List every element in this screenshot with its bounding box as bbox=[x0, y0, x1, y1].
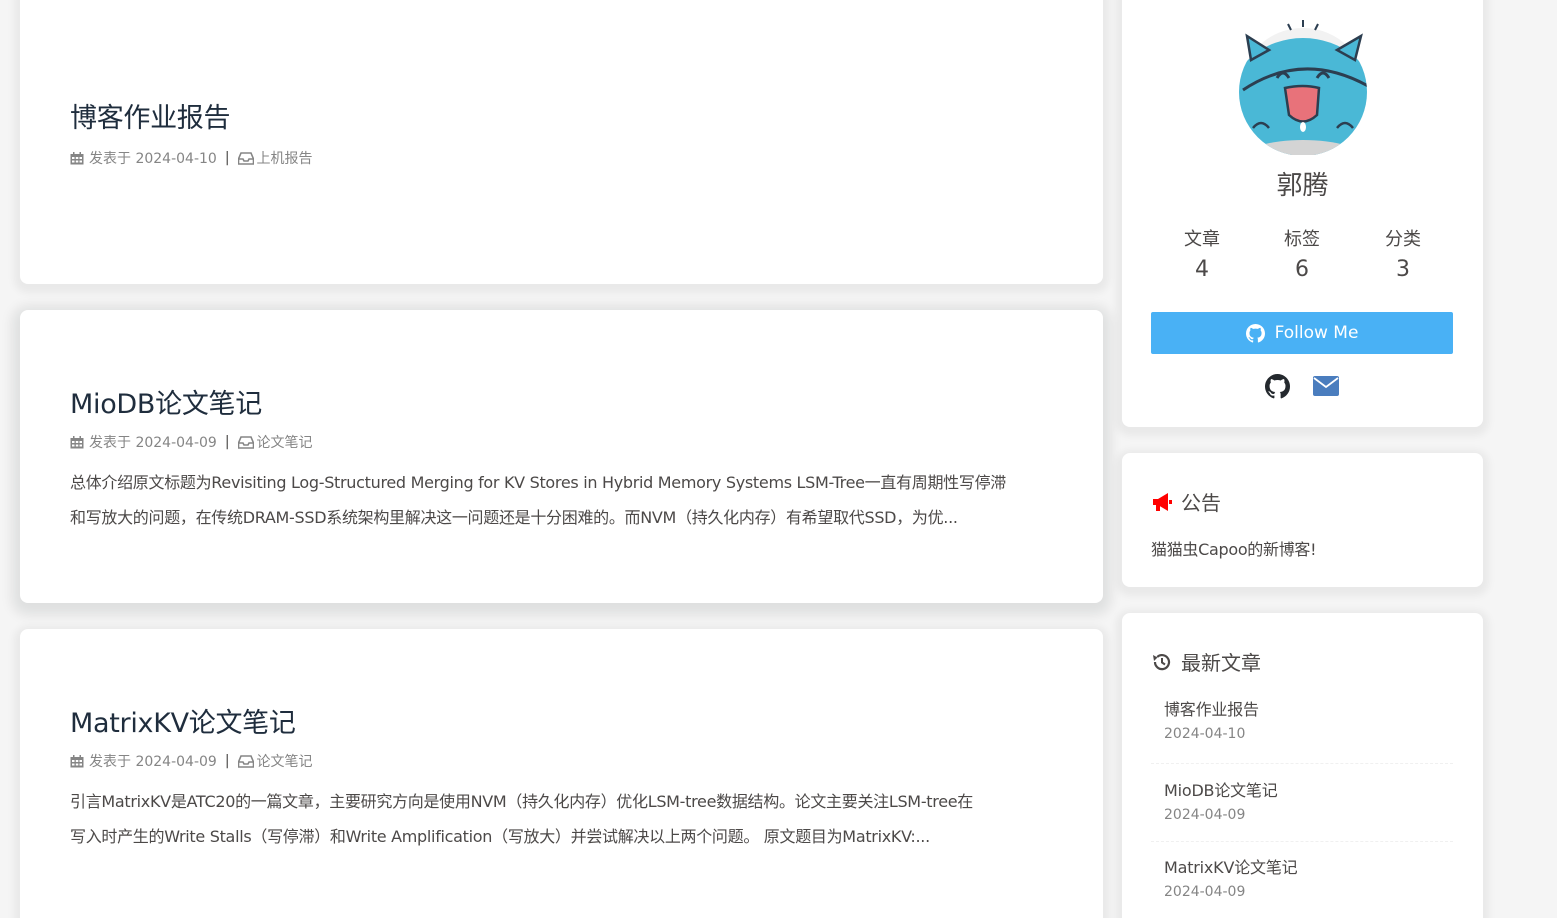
recent-post-date: 2024-04-10 bbox=[1164, 726, 1246, 742]
inbox-icon bbox=[237, 754, 254, 768]
recent-post-item[interactable]: MatrixKV论文笔记 2024-04-09 bbox=[1164, 854, 1454, 900]
recent-posts-title: 最新文章 bbox=[1181, 651, 1261, 675]
stat-value: 6 bbox=[1295, 257, 1309, 282]
github-icon bbox=[1264, 373, 1290, 398]
divider bbox=[1151, 763, 1453, 764]
post-title[interactable]: MatrixKV论文笔记 bbox=[70, 701, 296, 740]
post-date: 发表于 2024-04-09 bbox=[89, 754, 217, 770]
post-card: MatrixKV论文笔记 发表于 2024-04-09 | 论文笔记 引言Mat… bbox=[20, 629, 1103, 918]
post-excerpt: 总体介绍原文标题为Revisiting Log-Structured Mergi… bbox=[70, 465, 1060, 535]
stat-label: 标签 bbox=[1284, 229, 1320, 250]
history-icon bbox=[1153, 653, 1171, 670]
stat-value: 3 bbox=[1396, 257, 1410, 282]
github-link[interactable] bbox=[1264, 373, 1290, 399]
calendar-icon bbox=[70, 435, 86, 449]
stat-value: 4 bbox=[1195, 257, 1209, 282]
post-title[interactable]: 博客作业报告 bbox=[70, 96, 231, 135]
stat-categories[interactable]: 分类 3 bbox=[1353, 225, 1453, 282]
post-date: 发表于 2024-04-09 bbox=[89, 435, 217, 451]
excerpt-line: 写入时产生的Write Stalls（写停滞）和Write Amplificat… bbox=[70, 827, 930, 846]
post-category[interactable]: 论文笔记 bbox=[257, 432, 313, 452]
meta-separator: | bbox=[224, 753, 230, 769]
post-category[interactable]: 论文笔记 bbox=[257, 751, 313, 771]
envelope-icon bbox=[1313, 376, 1339, 396]
announcement-card bbox=[1122, 453, 1483, 587]
post-meta: 发表于 2024-04-09 | 论文笔记 bbox=[70, 432, 313, 452]
recent-post-date: 2024-04-09 bbox=[1164, 807, 1246, 823]
recent-post-title[interactable]: MatrixKV论文笔记 bbox=[1164, 854, 1454, 878]
author-card: 郭腾 文章 4 标签 6 分类 3 Follow Me bbox=[1122, 0, 1483, 427]
inbox-icon bbox=[237, 435, 254, 449]
announcement-title: 公告 bbox=[1181, 491, 1221, 515]
meta-separator: | bbox=[224, 150, 230, 166]
recent-post-item[interactable]: MioDB论文笔记 2024-04-09 bbox=[1164, 777, 1454, 823]
post-excerpt: 引言MatrixKV是ATC20的一篇文章，主要研究方向是使用NVM（持久化内存… bbox=[70, 784, 1060, 854]
post-title[interactable]: MioDB论文笔记 bbox=[70, 382, 262, 421]
post-meta: 发表于 2024-04-09 | 论文笔记 bbox=[70, 751, 313, 771]
excerpt-line: 和写放大的问题，在传统DRAM-SSD系统架构里解决这一问题还是十分困难的。而N… bbox=[70, 508, 958, 527]
post-card: 博客作业报告 发表于 2024-04-10 | 上机报告 bbox=[20, 0, 1103, 284]
post-card: MioDB论文笔记 发表于 2024-04-09 | 论文笔记 总体介绍原文标题… bbox=[20, 310, 1103, 603]
recent-post-date: 2024-04-09 bbox=[1164, 884, 1246, 900]
github-icon bbox=[1245, 323, 1265, 343]
meta-separator: | bbox=[224, 434, 230, 450]
announcement-heading: 公告 bbox=[1151, 487, 1221, 516]
recent-post-item[interactable]: 博客作业报告 2024-04-10 bbox=[1164, 696, 1454, 742]
email-link[interactable] bbox=[1313, 373, 1339, 399]
calendar-icon bbox=[70, 151, 86, 165]
stat-tags[interactable]: 标签 6 bbox=[1252, 225, 1352, 282]
bullhorn-icon bbox=[1153, 492, 1172, 511]
post-date: 发表于 2024-04-10 bbox=[89, 151, 217, 167]
recent-post-title[interactable]: 博客作业报告 bbox=[1164, 696, 1454, 720]
calendar-icon bbox=[70, 754, 86, 768]
excerpt-line: 引言MatrixKV是ATC20的一篇文章，主要研究方向是使用NVM（持久化内存… bbox=[70, 792, 973, 811]
recent-posts-heading: 最新文章 bbox=[1151, 647, 1261, 676]
stat-label: 文章 bbox=[1184, 229, 1220, 250]
stat-label: 分类 bbox=[1385, 229, 1421, 250]
follow-me-button[interactable]: Follow Me bbox=[1151, 312, 1453, 354]
post-category[interactable]: 上机报告 bbox=[257, 148, 313, 168]
stat-articles[interactable]: 文章 4 bbox=[1152, 225, 1252, 282]
inbox-icon bbox=[237, 151, 254, 165]
post-meta: 发表于 2024-04-10 | 上机报告 bbox=[70, 148, 313, 168]
divider bbox=[1151, 841, 1453, 842]
author-name: 郭腾 bbox=[1276, 171, 1329, 201]
avatar[interactable] bbox=[1233, 20, 1373, 156]
recent-post-title[interactable]: MioDB论文笔记 bbox=[1164, 777, 1454, 801]
follow-me-label: Follow Me bbox=[1274, 323, 1359, 343]
announcement-text: 猫猫虫Capoo的新博客! bbox=[1151, 540, 1317, 559]
excerpt-line: 总体介绍原文标题为Revisiting Log-Structured Mergi… bbox=[70, 473, 1006, 492]
